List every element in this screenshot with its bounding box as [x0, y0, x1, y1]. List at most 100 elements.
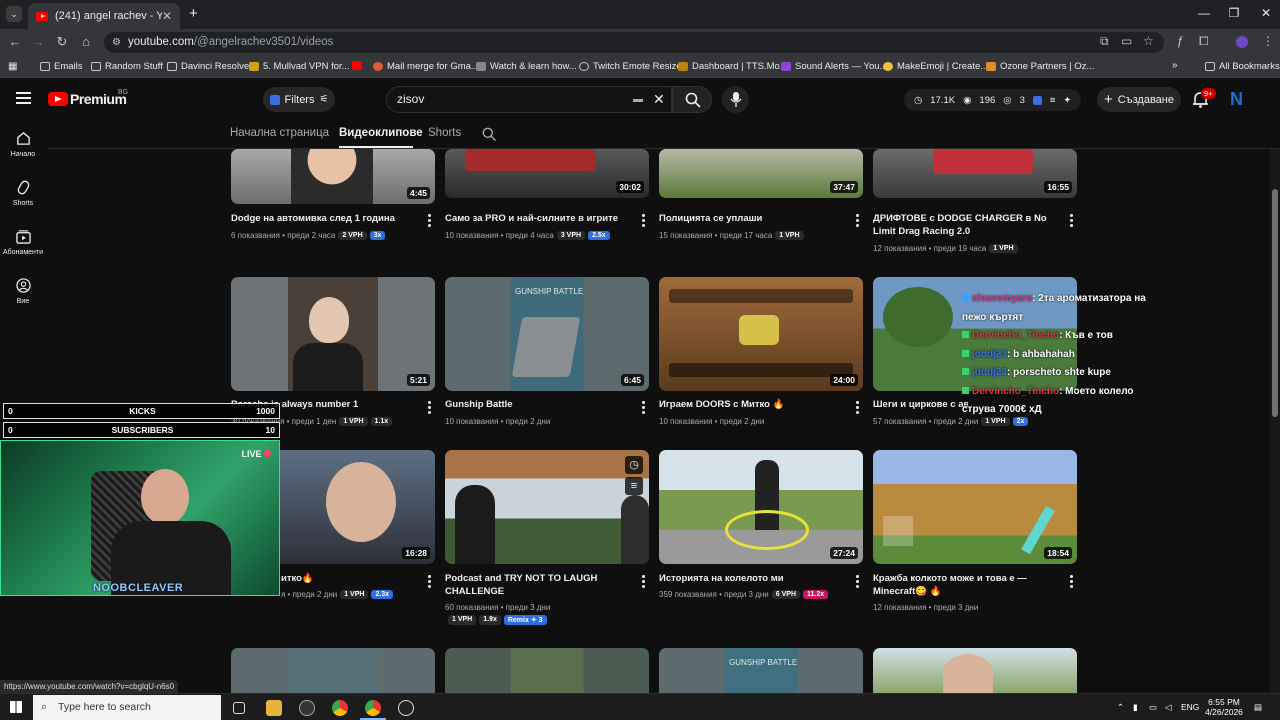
minimize-icon[interactable]: —	[1194, 6, 1214, 20]
video-thumbnail[interactable]: GUNSHIP BATTLE	[659, 648, 863, 693]
watch-later-icon[interactable]: ◷	[625, 456, 643, 474]
tab-shorts[interactable]: Shorts	[428, 127, 461, 139]
apps-icon[interactable]: ▦	[8, 61, 17, 72]
video-thumbnail[interactable]: 18:54	[873, 450, 1077, 564]
bookmark-mail-merge[interactable]: Mail merge for Gma...	[373, 61, 479, 72]
app-icon[interactable]	[299, 700, 315, 716]
video-thumbnail[interactable]: 4:45	[231, 149, 435, 204]
video-thumbnail[interactable]	[445, 648, 649, 693]
cast-icon[interactable]: ▭	[1121, 34, 1132, 48]
video-menu-icon[interactable]	[855, 575, 859, 590]
video-title[interactable]: Gunship Battle	[445, 398, 635, 411]
tab-search-button[interactable]: ⌄	[6, 6, 22, 22]
video-menu-icon[interactable]	[855, 214, 859, 229]
tab-home[interactable]: Начална страница	[230, 127, 329, 139]
more-bookmarks-icon[interactable]: »	[1172, 60, 1178, 71]
video-thumbnail[interactable]: 30:02	[445, 149, 649, 198]
video-menu-icon[interactable]	[641, 575, 645, 590]
video-title[interactable]: Podcast and TRY NOT TO LAUGH CHALLENGE	[445, 572, 635, 598]
search-input[interactable]: zisov ▬ ✕	[386, 86, 672, 113]
bookmark-star-icon[interactable]: ☆	[1143, 34, 1154, 48]
bookmark-twitch-emote[interactable]: Twitch Emote Resizer	[579, 61, 685, 72]
back-icon[interactable]: ←	[6, 34, 24, 49]
new-tab-button[interactable]: +	[189, 5, 198, 22]
rail-you[interactable]: Вие	[0, 278, 46, 305]
address-bar[interactable]: ⚙ youtube.com/@angelrachev3501/videos	[104, 32, 1164, 53]
video-title[interactable]: итко🔥	[281, 572, 471, 585]
browser-tab[interactable]: (241) angel rachev - YouTube ✕	[28, 3, 180, 29]
tab-videos[interactable]: Видеоклипове	[339, 127, 423, 139]
youtube-logo-icon[interactable]	[48, 92, 68, 106]
tray-arrow-icon[interactable]: ⌃	[1117, 702, 1124, 712]
video-title[interactable]: Шеги и циркове с авес	[873, 398, 968, 411]
video-menu-icon[interactable]	[427, 214, 431, 229]
video-menu-icon[interactable]	[641, 214, 645, 229]
channel-stats-widget[interactable]: ◷ 17.1K ◉ 196 ◎ 3 ≡ ✦	[904, 89, 1082, 111]
create-button[interactable]: + Създаване	[1097, 87, 1181, 112]
video-menu-icon[interactable]	[1069, 214, 1073, 229]
rail-subscriptions[interactable]: Абонаменти	[0, 229, 46, 256]
bookmark-ozone[interactable]: Ozone Partners | Oz...	[986, 61, 1094, 72]
add-to-queue-icon[interactable]: ≡	[625, 477, 643, 495]
video-title[interactable]: Полицията се уплаши	[659, 212, 849, 225]
video-menu-icon[interactable]	[641, 401, 645, 416]
bookmark-watch-learn[interactable]: Watch & learn how...	[476, 61, 577, 72]
close-window-icon[interactable]: ✕	[1256, 6, 1276, 20]
video-title[interactable]: Кражба колкото може и това е — Minecraft…	[873, 572, 1063, 598]
browser-menu-icon[interactable]: ⋮	[1262, 34, 1274, 48]
video-title[interactable]: Само за PRO и най-силните в игрите	[445, 212, 635, 225]
keyboard-icon[interactable]: ▬	[633, 87, 643, 112]
rail-home[interactable]: Начало	[0, 131, 46, 158]
translate-icon[interactable]: ⧉	[1100, 34, 1109, 49]
clear-search-icon[interactable]: ✕	[653, 87, 665, 112]
windows-start-icon[interactable]	[10, 701, 22, 713]
video-thumbnail[interactable]: 5:21	[231, 277, 435, 391]
microphone-tray-icon[interactable]: ▮	[1133, 702, 1138, 712]
site-info-icon[interactable]: ⚙	[112, 32, 121, 53]
video-menu-icon[interactable]	[1069, 575, 1073, 590]
bookmark-sound-alerts[interactable]: Sound Alerts — You...	[781, 61, 887, 72]
account-avatar[interactable]: N	[1230, 89, 1250, 109]
language-indicator[interactable]: ENG	[1181, 702, 1199, 712]
rail-shorts[interactable]: Shorts	[0, 180, 46, 207]
chrome-profile-icon[interactable]	[332, 700, 348, 716]
video-thumbnail[interactable]: 16:55	[873, 149, 1077, 198]
menu-icon[interactable]	[16, 92, 31, 104]
notification-center-icon[interactable]: ▤	[1254, 702, 1262, 712]
video-menu-icon[interactable]	[427, 401, 431, 416]
close-tab-icon[interactable]: ✕	[162, 9, 172, 23]
network-icon[interactable]: ▭	[1149, 702, 1157, 712]
bookmark-youtube[interactable]	[352, 61, 362, 70]
video-thumbnail[interactable]	[873, 648, 1077, 693]
file-explorer-icon[interactable]	[266, 700, 282, 716]
video-menu-icon[interactable]	[427, 575, 431, 590]
video-thumbnail[interactable]: 37:47	[659, 149, 863, 198]
bookmark-tts-dashboard[interactable]: Dashboard | TTS.Mo...	[678, 61, 788, 72]
video-thumbnail[interactable]: 27:24	[659, 450, 863, 564]
extension-f-icon[interactable]: ƒ	[1177, 34, 1184, 48]
voice-search-button[interactable]	[722, 86, 749, 113]
all-bookmarks[interactable]: All Bookmarks	[1205, 61, 1280, 72]
home-browser-icon[interactable]: ⌂	[77, 34, 95, 49]
video-title[interactable]: Историята на колелото ми	[659, 572, 849, 585]
profile-icon[interactable]	[1236, 36, 1248, 48]
bookmark-random-stuff[interactable]: Random Stuff	[91, 61, 163, 72]
video-thumbnail[interactable]: ◷ ≡	[445, 450, 649, 564]
search-button[interactable]	[672, 86, 712, 113]
clock[interactable]: 6:55 PM 4/26/2026	[1200, 697, 1248, 717]
filters-button[interactable]: Filters ⚟	[263, 87, 335, 112]
extensions-icon[interactable]: ⧠	[1199, 34, 1209, 49]
video-menu-icon[interactable]	[855, 401, 859, 416]
volume-icon[interactable]: ◁	[1165, 702, 1172, 712]
video-thumbnail[interactable]: GUNSHIP BATTLE 6:45	[445, 277, 649, 391]
scrollbar-thumb[interactable]	[1272, 189, 1278, 417]
taskbar-search-input[interactable]: ⌕ Type here to search	[33, 695, 221, 720]
obs-icon[interactable]	[398, 700, 414, 716]
restore-icon[interactable]: ❐	[1224, 6, 1244, 20]
video-title[interactable]: Dodge на автомивка след 1 година	[231, 212, 421, 225]
bookmark-emails[interactable]: Emails	[40, 61, 83, 72]
bookmark-mullvad[interactable]: 5. Mullvad VPN for...	[249, 61, 350, 72]
channel-search-icon[interactable]	[482, 127, 496, 141]
page-scrollbar[interactable]	[1270, 149, 1280, 693]
reload-icon[interactable]: ↻	[53, 34, 71, 50]
